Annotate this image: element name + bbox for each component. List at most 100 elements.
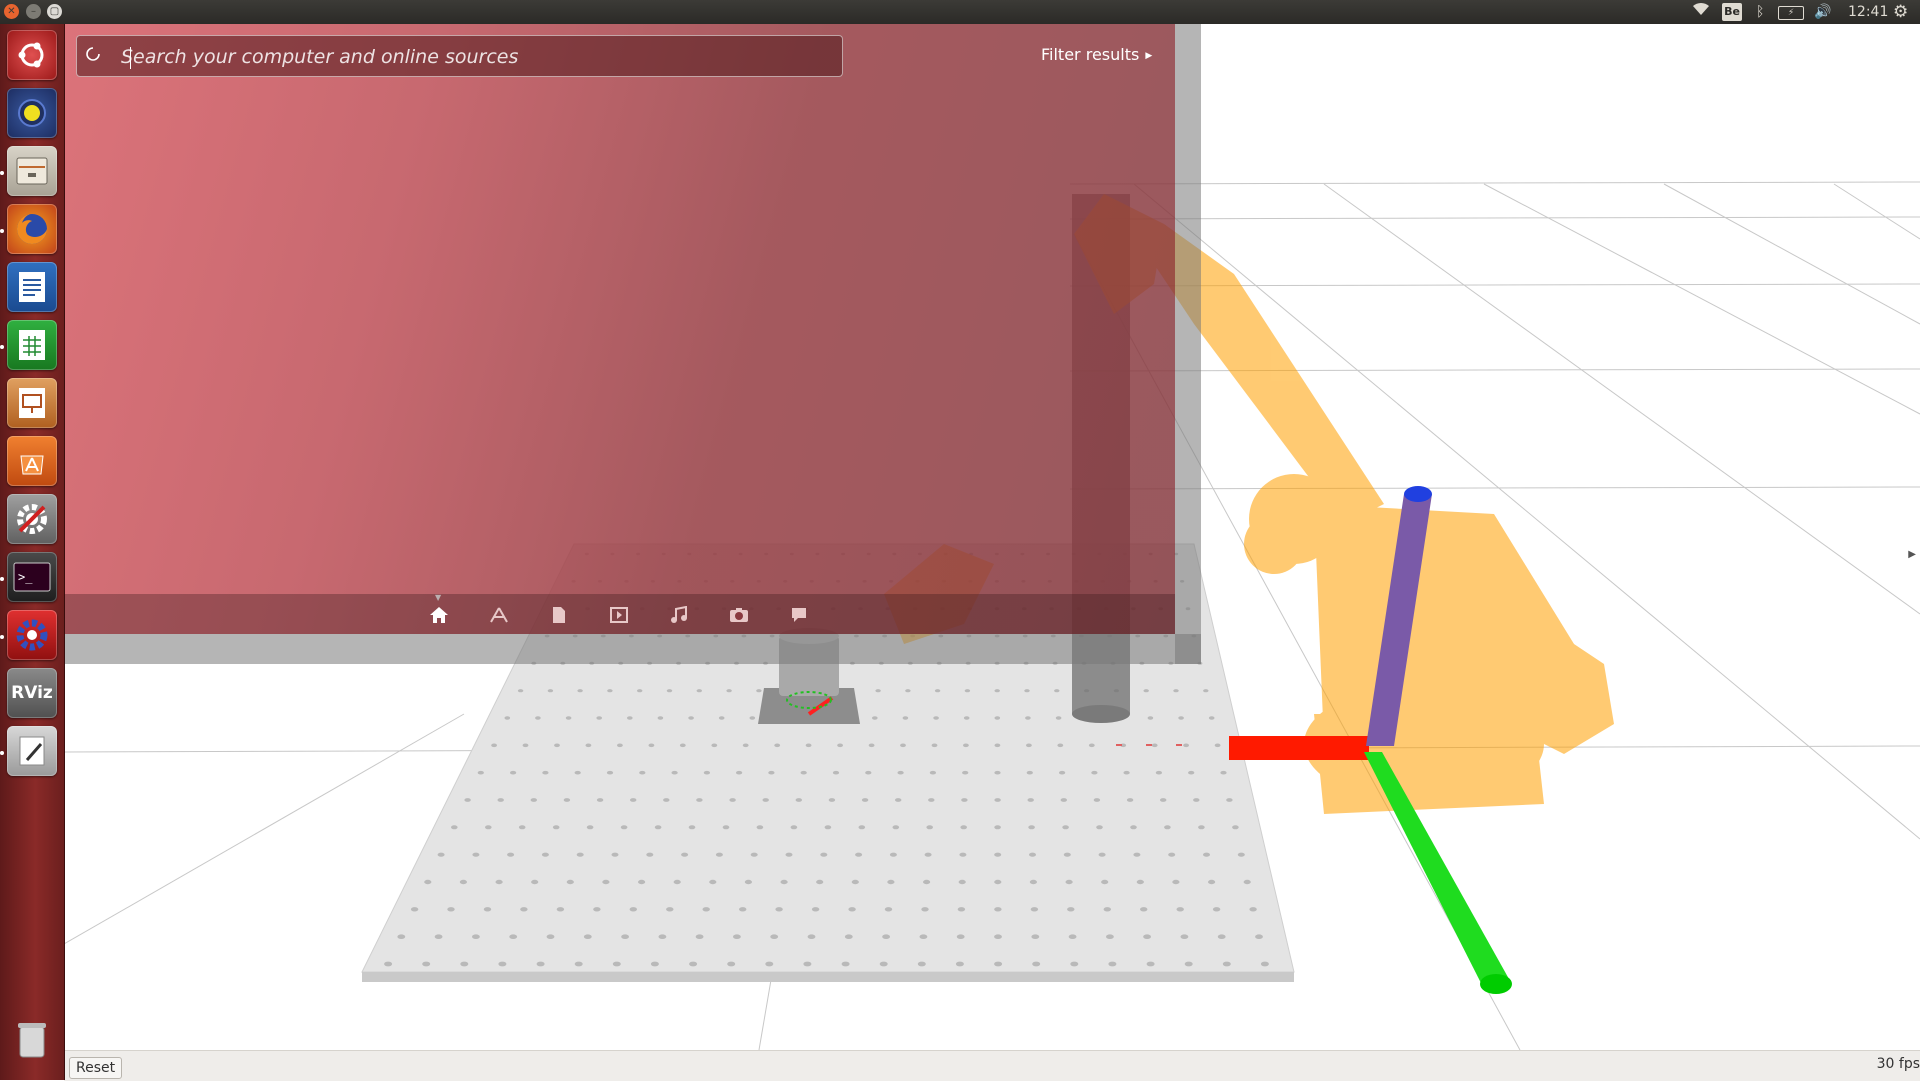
plate-hole: [596, 716, 602, 720]
plate-hole: [868, 743, 875, 748]
session-gear-icon[interactable]: ⚙: [1893, 2, 1908, 22]
video-lens-icon[interactable]: [608, 604, 630, 626]
plate-hole: [923, 879, 931, 885]
plate-hole: [1060, 798, 1067, 802]
photos-lens-icon[interactable]: [728, 604, 750, 626]
plate-hole: [1029, 879, 1037, 885]
search-box[interactable]: [76, 35, 843, 77]
plate-hole: [1108, 961, 1117, 967]
plate-hole: [621, 934, 629, 939]
plate-hole: [897, 770, 904, 775]
unity-launcher: >_ RViz: [0, 24, 65, 1080]
plate-hole: [756, 689, 762, 693]
calc-icon: [19, 330, 45, 360]
social-lens-icon[interactable]: [788, 604, 810, 626]
plate-hole: [902, 716, 909, 720]
plate-hole: [566, 879, 574, 885]
trash-launcher-item[interactable]: [7, 1014, 57, 1064]
plate-hole: [638, 879, 646, 885]
dash-home-button[interactable]: [7, 30, 57, 80]
battery-icon[interactable]: ⚡: [1778, 6, 1804, 20]
plate-hole: [1164, 825, 1171, 830]
close-icon[interactable]: ✕: [4, 4, 19, 19]
bluetooth-icon[interactable]: ᛒ: [1756, 2, 1764, 22]
writer-icon: [19, 272, 45, 302]
plate-hole: [1059, 770, 1066, 775]
panel-expand-arrow[interactable]: ▶: [1908, 549, 1916, 560]
plate-hole: [832, 770, 840, 775]
plate-hole: [785, 852, 793, 857]
system-settings-launcher-item[interactable]: [7, 494, 57, 544]
maximize-icon[interactable]: ▢: [47, 4, 62, 19]
plate-hole: [1168, 852, 1176, 857]
files-lens-icon[interactable]: [548, 604, 570, 626]
search-input[interactable]: [119, 44, 823, 70]
filter-results-button[interactable]: Filter results ▶: [1041, 45, 1152, 64]
plate-hole: [994, 852, 1002, 857]
applications-lens-icon[interactable]: [488, 604, 510, 626]
plate-hole: [681, 852, 689, 857]
plate-hole: [1106, 934, 1114, 939]
plate-hole: [410, 907, 419, 912]
plate-hole: [627, 716, 633, 720]
plate-hole: [1133, 852, 1141, 857]
plate-hole: [530, 798, 537, 802]
volume-icon[interactable]: 🔊: [1814, 2, 1831, 22]
plate-hole: [844, 934, 853, 939]
gear-icon: [16, 619, 48, 651]
plate-hole: [1026, 743, 1032, 748]
minimize-icon[interactable]: –: [26, 4, 41, 19]
plate-hole: [666, 689, 673, 693]
plate-hole: [1070, 961, 1079, 967]
music-lens-icon[interactable]: [668, 604, 690, 626]
text-editor-launcher-item[interactable]: [7, 726, 57, 776]
plate-hole: [828, 798, 836, 802]
plate-hole: [522, 743, 529, 748]
plate-hole: [711, 743, 718, 748]
plate-hole: [900, 743, 906, 748]
plate-hole: [576, 852, 584, 857]
plate-hole: [865, 770, 872, 775]
running-indicator: [0, 577, 4, 581]
calc-launcher-item[interactable]: [7, 320, 57, 370]
plate-hole: [1096, 825, 1103, 830]
plate-hole: [905, 689, 911, 693]
impress-launcher-item[interactable]: [7, 378, 57, 428]
plate-hole: [1024, 689, 1030, 693]
gazebo-launcher-item[interactable]: [7, 88, 57, 138]
wifi-icon[interactable]: [1692, 2, 1710, 22]
rviz-launcher-item[interactable]: RViz: [7, 668, 57, 718]
plate-hole: [542, 770, 549, 775]
plate-hole: [1217, 934, 1226, 939]
terminal-launcher-item[interactable]: >_: [7, 552, 57, 602]
plate-hole: [1146, 961, 1155, 967]
firefox-launcher-item[interactable]: [7, 204, 57, 254]
writer-launcher-item[interactable]: [7, 262, 57, 312]
plate-hole: [1057, 743, 1064, 748]
plate-hole: [1028, 825, 1035, 830]
files-launcher-item[interactable]: [7, 146, 57, 196]
plate-hole: [1143, 934, 1151, 939]
plate-hole: [510, 770, 517, 775]
plate-hole: [688, 825, 696, 830]
plate-hole: [507, 852, 515, 857]
status-bar: Reset 30 fps: [64, 1050, 1920, 1081]
software-center-launcher-item[interactable]: [7, 436, 57, 486]
plate-hole: [957, 907, 966, 912]
ubuntu-logo-icon: [18, 42, 44, 68]
keyboard-layout-indicator[interactable]: Be: [1722, 3, 1742, 21]
ros-launcher-item[interactable]: [7, 610, 57, 660]
clock[interactable]: 12:41: [1848, 2, 1888, 22]
home-lens-icon[interactable]: [428, 604, 450, 626]
plate-hole: [958, 879, 966, 885]
plate-hole: [887, 879, 895, 885]
plate-hole: [1214, 743, 1221, 748]
plate-hole: [921, 907, 929, 912]
dash-border-bottom: [64, 634, 1201, 664]
plate-hole: [583, 934, 592, 939]
plate-hole: [472, 852, 480, 857]
reset-button[interactable]: Reset: [69, 1057, 123, 1079]
plate-hole: [702, 907, 710, 912]
plate-hole: [1208, 716, 1215, 720]
plate-hole: [1226, 798, 1233, 802]
